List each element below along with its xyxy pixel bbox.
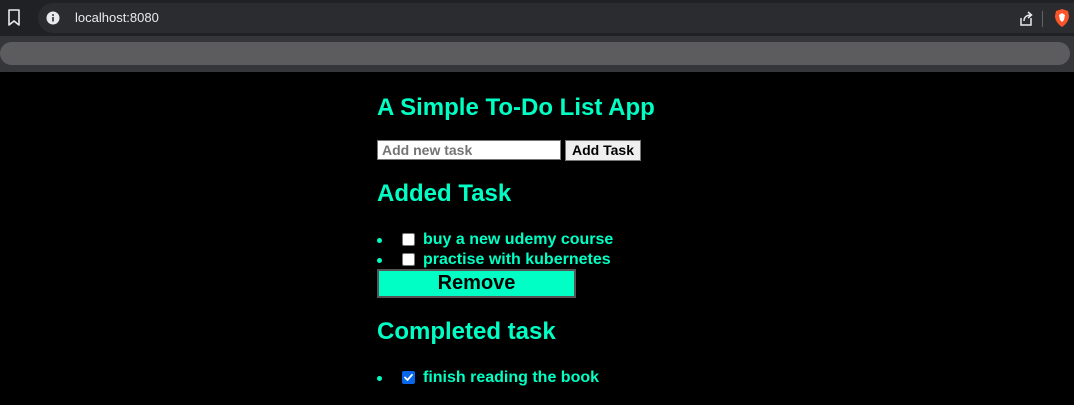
url-text[interactable]: localhost:8080: [75, 10, 159, 26]
task-label: finish reading the book: [423, 369, 600, 386]
info-icon[interactable]: [46, 11, 60, 25]
bookmark-icon[interactable]: [6, 9, 22, 27]
task-checkbox[interactable]: [402, 253, 415, 266]
address-bar-divider: [1042, 11, 1043, 27]
bullet: [377, 258, 382, 263]
brave-shield-icon[interactable]: [1054, 8, 1070, 28]
task-label: practise with kubernetes: [423, 251, 611, 268]
new-task-input[interactable]: [377, 140, 561, 160]
page-title: A Simple To-Do List App: [377, 94, 655, 121]
add-task-button[interactable]: Add Task: [565, 140, 641, 161]
bullet: [377, 376, 382, 381]
list-item: buy a new udemy course: [377, 230, 777, 250]
task-label: buy a new udemy course: [423, 231, 614, 248]
share-icon[interactable]: [1017, 10, 1035, 28]
list-item: finish reading the book: [377, 368, 777, 388]
loading-bar: [0, 42, 1070, 65]
bookmarks-bar: [0, 36, 1074, 72]
added-task-heading: Added Task: [377, 180, 512, 207]
browser-toolbar: localhost:8080: [0, 0, 1074, 36]
completed-task-heading: Completed task: [377, 318, 556, 345]
address-bar[interactable]: localhost:8080: [38, 3, 1074, 33]
list-item: practise with kubernetes: [377, 250, 777, 270]
task-checkbox-checked[interactable]: [402, 371, 415, 384]
task-checkbox[interactable]: [402, 233, 415, 246]
checkmark-icon: [404, 373, 413, 381]
bullet: [377, 238, 382, 243]
remove-button[interactable]: Remove: [377, 269, 576, 298]
